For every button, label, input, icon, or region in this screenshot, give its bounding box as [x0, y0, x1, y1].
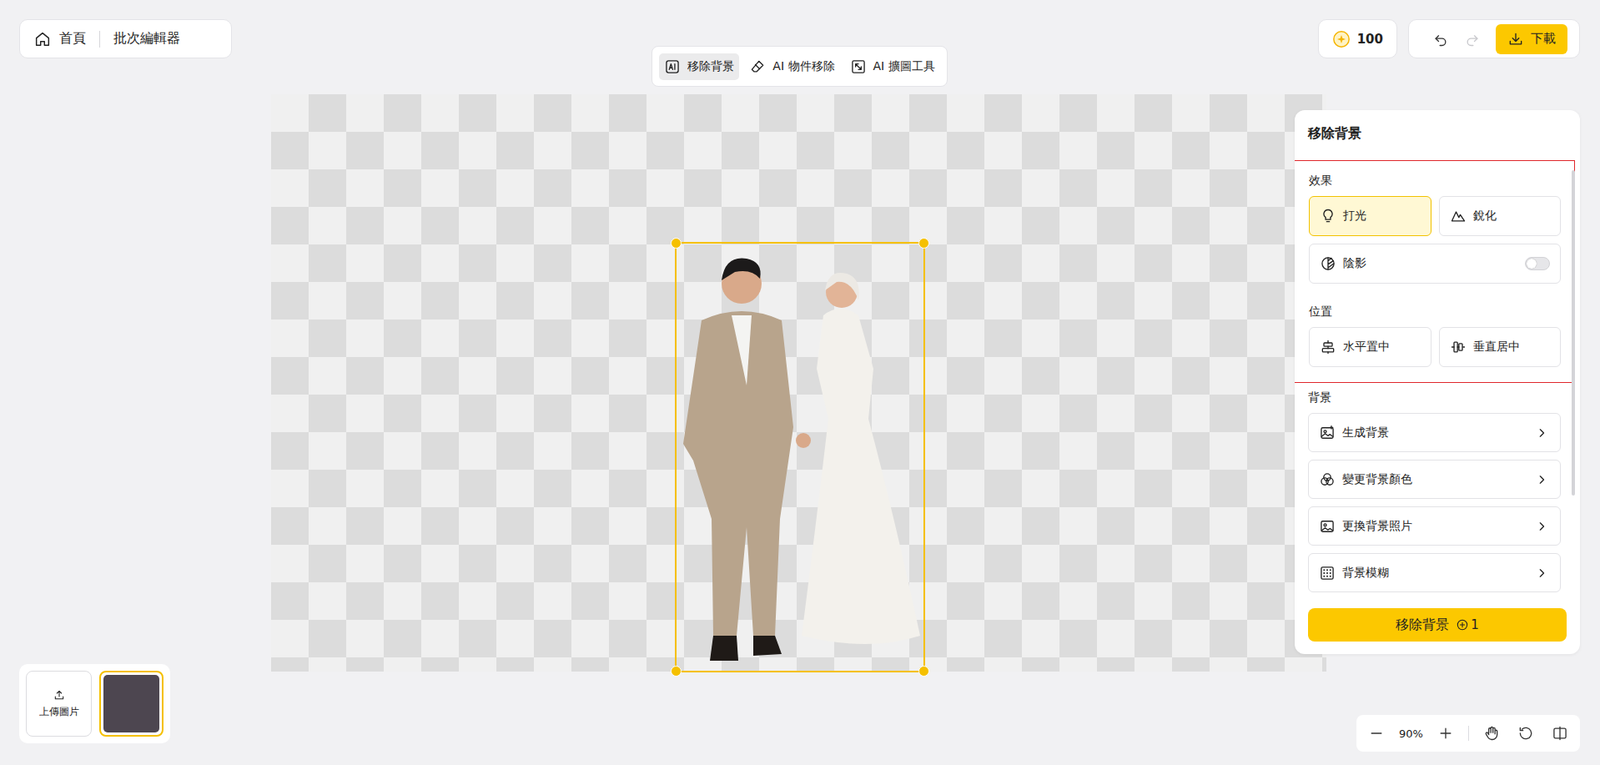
- scrollbar[interactable]: [1571, 170, 1575, 496]
- background-option[interactable]: 更換背景照片: [1308, 506, 1561, 546]
- tool-tab[interactable]: AI 物件移除: [744, 53, 840, 81]
- plus-icon: [1437, 724, 1455, 742]
- hand-icon: [1483, 724, 1500, 742]
- chevron-icon: [1533, 564, 1550, 582]
- image-thumbnail[interactable]: [99, 670, 164, 737]
- top-bar: 首頁 批次編輯器 移除背景 AI 物件移除 AI 擴圖工具 100 下載: [0, 0, 1600, 87]
- coin-icon: [1455, 618, 1470, 632]
- remove-bg-panel: 移除背景 效果 打光 銳化 陰影 位置 水平置中 垂直居中 背景 生成背景 變更…: [1294, 110, 1580, 655]
- zoom-in-button[interactable]: [1433, 721, 1458, 745]
- position-option[interactable]: 垂直居中: [1438, 327, 1562, 368]
- chevron-icon: [1533, 424, 1550, 442]
- zoom-bar: 90%: [1356, 714, 1580, 752]
- credits-badge[interactable]: 100: [1318, 19, 1398, 59]
- tool-tab[interactable]: 移除背景: [659, 53, 740, 81]
- sharpen-icon: [1449, 207, 1467, 225]
- background-option[interactable]: 背景模糊: [1308, 553, 1561, 593]
- cutout-image[interactable]: [676, 243, 924, 671]
- upload-icon: [52, 688, 66, 702]
- upload-button[interactable]: 上傳圖片: [25, 670, 92, 737]
- valign-icon: [1449, 338, 1467, 356]
- photo: [676, 243, 924, 671]
- editor-page: 首頁 批次編輯器 移除背景 AI 物件移除 AI 擴圖工具 100 下載 移除背…: [0, 0, 1600, 765]
- undo-icon: [1432, 30, 1450, 48]
- download-button[interactable]: 下載: [1495, 24, 1568, 55]
- redo-icon: [1464, 30, 1481, 48]
- shadow-icon: [1319, 255, 1337, 272]
- bulb-icon: [1319, 207, 1337, 225]
- undo-button[interactable]: [1427, 25, 1455, 53]
- pan-button[interactable]: [1479, 721, 1504, 745]
- remove-bg-button[interactable]: 移除背景 1: [1308, 608, 1567, 642]
- highlight-box: 效果 打光 銳化 陰影 位置 水平置中 垂直居中: [1294, 160, 1575, 383]
- history-card: 下載: [1408, 19, 1580, 59]
- background-option[interactable]: 生成背景: [1308, 412, 1561, 453]
- home-icon: [33, 30, 52, 49]
- compare-button[interactable]: [1548, 721, 1572, 745]
- credit-star-icon: [1332, 30, 1351, 49]
- zoom-level: 90%: [1398, 727, 1424, 740]
- download-icon: [1507, 30, 1525, 48]
- home-link[interactable]: 首頁: [33, 30, 86, 49]
- effect-option[interactable]: 打光: [1308, 196, 1432, 237]
- redo-button[interactable]: [1459, 25, 1486, 53]
- nav-card: 首頁 批次編輯器: [19, 19, 232, 59]
- canvas[interactable]: [271, 94, 1327, 672]
- eraser-icon: [749, 58, 766, 76]
- rotate-icon: [1517, 724, 1535, 742]
- tool-bar: 移除背景 AI 物件移除 AI 擴圖工具: [651, 45, 947, 87]
- tool-tab[interactable]: AI 擴圖工具: [845, 53, 941, 81]
- reset-button[interactable]: [1514, 721, 1538, 745]
- section-label: 位置: [1308, 303, 1561, 319]
- panel-content: 效果 打光 銳化 陰影 位置 水平置中 垂直居中 背景 生成背景 變更背景顏色 …: [1294, 160, 1580, 599]
- minus-icon: [1368, 724, 1385, 742]
- effect-option[interactable]: 銳化: [1438, 196, 1562, 237]
- image-icon: [1318, 518, 1336, 535]
- shadow-toggle[interactable]: [1524, 256, 1550, 271]
- colors-icon: [1318, 471, 1336, 489]
- ai-icon: [664, 58, 681, 76]
- shadow-row: 陰影: [1308, 243, 1561, 284]
- compare-icon: [1551, 724, 1569, 742]
- section-label: 效果: [1308, 172, 1561, 188]
- page-title: 批次編輯器: [113, 30, 181, 48]
- genbg-icon: [1318, 424, 1336, 442]
- chevron-icon: [1533, 518, 1550, 535]
- panel-title: 移除背景: [1294, 110, 1580, 161]
- upload-strip: 上傳圖片: [19, 664, 171, 744]
- resize-handle[interactable]: [918, 237, 930, 249]
- nav-divider: [99, 30, 101, 48]
- halign-icon: [1319, 338, 1337, 356]
- position-option[interactable]: 水平置中: [1308, 327, 1432, 368]
- resize-handle[interactable]: [670, 665, 682, 677]
- section-label: 背景: [1308, 389, 1561, 405]
- background-option[interactable]: 變更背景顏色: [1308, 459, 1561, 499]
- resize-handle[interactable]: [670, 237, 682, 249]
- actions-group: 100 下載: [1318, 19, 1580, 59]
- expand-icon: [850, 58, 867, 76]
- blur-icon: [1318, 564, 1336, 582]
- resize-handle[interactable]: [918, 665, 930, 677]
- zoom-out-button[interactable]: [1364, 721, 1389, 745]
- chevron-icon: [1533, 471, 1550, 489]
